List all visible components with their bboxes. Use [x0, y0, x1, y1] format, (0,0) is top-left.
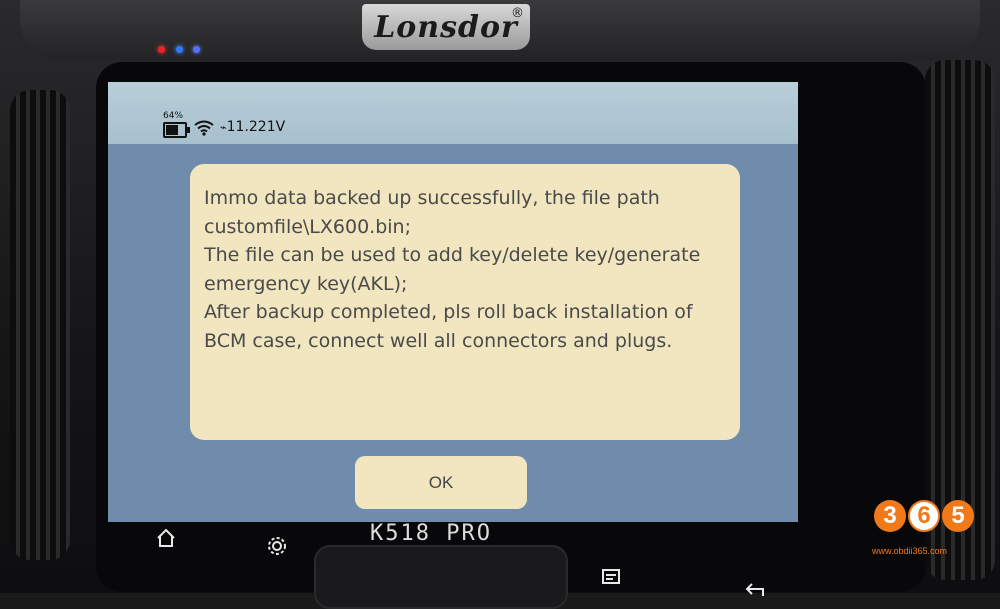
dialog-message-line: emergency key(AKL); — [204, 272, 408, 295]
card-slot — [314, 545, 568, 609]
dialog-message-line: Immo data backed up successfully, the fi… — [204, 187, 660, 209]
dialog-message-line: customfile\LX600.bin; — [204, 215, 411, 238]
wifi-icon — [194, 120, 214, 136]
watermark-logo: 3 6 5 www.obdii365.com — [872, 500, 982, 564]
watermark-url: www.obdii365.com — [872, 546, 948, 556]
back-icon[interactable] — [741, 575, 771, 605]
left-grip — [10, 90, 70, 560]
voltage-value: 11.221V — [226, 119, 286, 135]
gear-icon[interactable] — [262, 531, 292, 561]
message-dialog: Immo data backed up successfully, the fi… — [190, 164, 740, 440]
watermark-digit: 6 — [908, 500, 940, 532]
home-icon[interactable] — [151, 523, 181, 553]
watermark-digit: 3 — [874, 500, 906, 532]
message-icon[interactable] — [596, 563, 626, 593]
blue-led-indicator — [176, 46, 183, 53]
voltage-readout: ⌁11.221V — [220, 119, 285, 135]
dialog-message-line: The file can be used to add key/delete k… — [204, 244, 701, 266]
device-body: Lonsdor ® 64% ⌁11.221V Immo data backed … — [0, 0, 1000, 609]
device-screen: 64% ⌁11.221V Immo data backed up success… — [108, 82, 798, 522]
ok-button[interactable]: OK — [355, 456, 527, 509]
dialog-message-line: After backup completed, pls roll back in… — [204, 301, 693, 323]
dialog-message-line: BCM case, connect well all connectors an… — [204, 329, 673, 352]
registered-mark: ® — [511, 6, 524, 21]
battery-level-fill — [166, 125, 178, 135]
red-led-indicator — [158, 46, 165, 53]
plug-icon: ⌁ — [220, 121, 227, 134]
device-model-label: K518 PRO — [370, 521, 492, 546]
brand-name: Lonsdor — [374, 9, 518, 45]
blue-led-indicator-2 — [193, 46, 200, 53]
device-bottom-bezel: K518 PRO — [96, 515, 926, 609]
battery-icon — [163, 122, 190, 138]
brand-logo: Lonsdor ® — [362, 4, 530, 50]
battery-percent: 64% — [163, 111, 184, 121]
watermark-digits: 3 6 5 — [874, 500, 974, 532]
dialog-message: Immo data backed up successfully, the fi… — [204, 184, 724, 355]
status-bar: 64% ⌁11.221V — [108, 82, 798, 144]
watermark-digit: 5 — [942, 500, 974, 532]
